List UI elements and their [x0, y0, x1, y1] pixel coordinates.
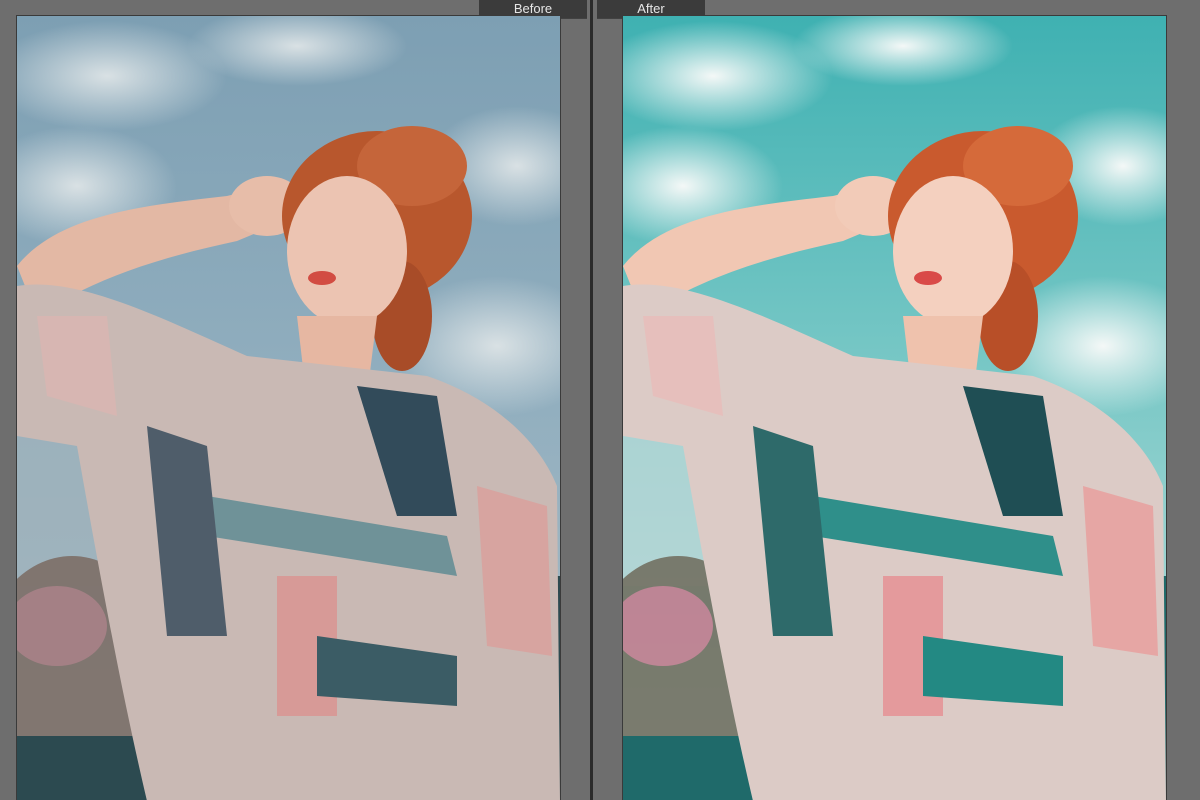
compare-divider[interactable]: [590, 0, 593, 800]
after-photo: [622, 15, 1167, 800]
before-photo-illustration: [17, 16, 560, 800]
before-after-compare-view: Before After: [0, 0, 1200, 800]
before-photo: [16, 15, 561, 800]
after-photo-illustration: [623, 16, 1166, 800]
